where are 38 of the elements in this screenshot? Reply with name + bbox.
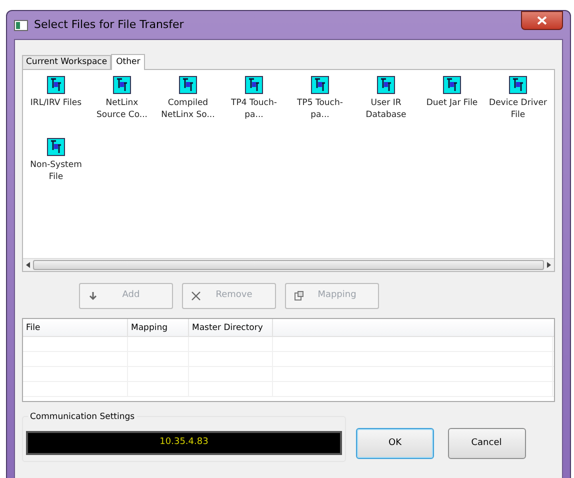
close-icon <box>537 16 547 25</box>
tab[interactable]: Other <box>111 54 146 70</box>
address-display: 10.35.4.83 <box>26 431 342 455</box>
file-type-label[interactable]: Non-System File <box>24 159 88 183</box>
file-type-icon[interactable] <box>47 138 65 156</box>
left-arrow-icon[interactable] <box>25 261 31 269</box>
file-type-icon[interactable] <box>377 76 395 94</box>
group-title: Communication Settings <box>28 411 137 424</box>
scrollbar-thumb[interactable] <box>33 260 544 270</box>
dialog-button[interactable]: OK <box>356 428 434 459</box>
column-header[interactable]: File <box>23 319 128 336</box>
file-type-icon[interactable] <box>113 76 131 94</box>
file-type-icon[interactable] <box>311 76 329 94</box>
file-type-icon[interactable] <box>179 76 197 94</box>
file-type-label[interactable]: User IR Database <box>354 97 418 121</box>
right-arrow-icon[interactable] <box>546 261 552 269</box>
down-arrow-icon <box>88 291 98 301</box>
file-type-icon[interactable] <box>245 76 263 94</box>
file-type-label[interactable]: Compiled NetLinx So... <box>156 97 220 121</box>
horizontal-scrollbar[interactable] <box>23 258 554 271</box>
file-type-label[interactable]: NetLinx Source Co... <box>90 97 154 121</box>
file-type-label[interactable]: TP5 Touch-pa... <box>288 97 352 121</box>
file-type-label[interactable]: Duet Jar File <box>420 97 484 109</box>
dialog-button[interactable]: Cancel <box>448 428 526 459</box>
column-header[interactable]: Mapping <box>128 319 189 336</box>
app-icon <box>14 20 28 30</box>
file-type-label[interactable]: IRL/IRV Files <box>24 97 88 109</box>
x-icon <box>191 291 201 301</box>
tab[interactable]: Current Workspace <box>22 55 112 69</box>
file-type-icon[interactable] <box>47 76 65 94</box>
column-header[interactable]: Master Directory <box>189 319 273 336</box>
document-icon <box>294 291 304 301</box>
window-title: Select Files for File Transfer <box>34 16 184 33</box>
close-button[interactable] <box>521 11 563 30</box>
file-type-icon[interactable] <box>509 76 527 94</box>
file-type-label[interactable]: Device Driver File <box>486 97 550 121</box>
file-type-label[interactable]: TP4 Touch-pa... <box>222 97 286 121</box>
file-type-icon[interactable] <box>443 76 461 94</box>
